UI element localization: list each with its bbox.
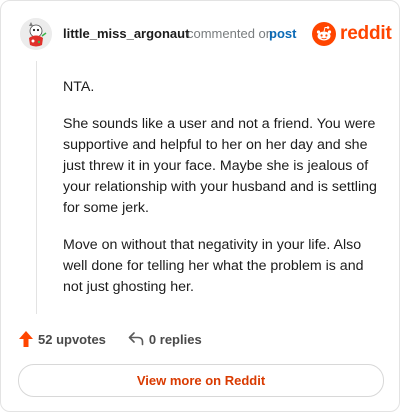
- commented-on-text: commented on: [187, 26, 273, 41]
- comment-actions: 52 upvotes 0 replies: [19, 331, 202, 347]
- thread-line: [36, 61, 37, 314]
- user-avatar[interactable]: [20, 18, 52, 50]
- comment-body: NTA. She sounds like a user and not a fr…: [63, 77, 385, 314]
- upvote-arrow-icon: [19, 331, 33, 347]
- avatar-illustration-icon: [20, 18, 52, 50]
- post-link[interactable]: post: [269, 26, 296, 41]
- reply-count: 0 replies: [148, 331, 202, 347]
- comment-paragraph: She sounds like a user and not a friend.…: [63, 116, 377, 216]
- upvote-count: 52 upvotes: [38, 331, 106, 347]
- reply-button[interactable]: 0 replies: [128, 332, 202, 347]
- view-more-on-reddit-button[interactable]: View more on Reddit: [18, 364, 384, 397]
- upvote-button[interactable]: 52 upvotes: [19, 331, 106, 347]
- reply-arrow-icon: [128, 332, 144, 346]
- reddit-snoo-icon: [312, 22, 336, 46]
- comment-paragraph: NTA.: [63, 79, 95, 95]
- comment-author-username[interactable]: little_miss_argonaut: [63, 26, 189, 41]
- reddit-wordmark: reddit: [340, 23, 392, 44]
- reddit-logo[interactable]: reddit: [312, 22, 392, 46]
- comment-embed-card: little_miss_argonaut commented on post r…: [0, 0, 400, 412]
- comment-paragraph: Move on without that negativity in your …: [63, 237, 364, 295]
